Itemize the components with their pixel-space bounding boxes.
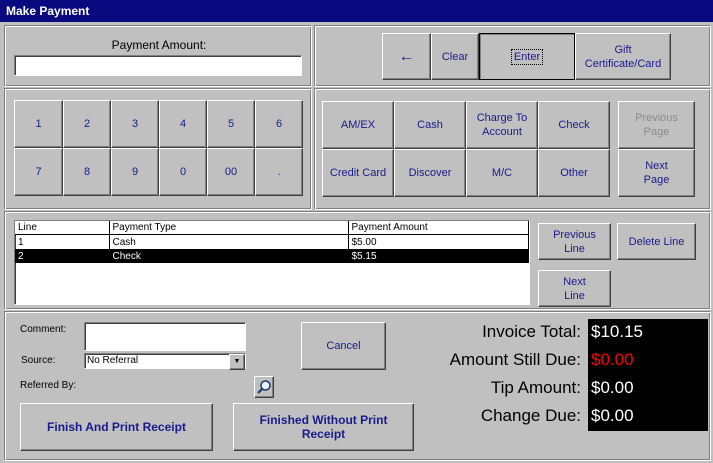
referred-search-button[interactable] <box>254 376 274 398</box>
top-actions-panel: ← Clear Enter Gift Certificate/Card <box>314 25 711 87</box>
keypad-key-7[interactable]: 7 <box>14 148 63 196</box>
source-label: Source: <box>21 355 56 366</box>
discover-button[interactable]: Discover <box>394 149 466 197</box>
change-due-value: $0.00 <box>588 406 708 426</box>
next-line-button[interactable]: Next Line <box>538 270 611 307</box>
arrow-left-icon: ← <box>398 47 415 65</box>
keypad-key-00[interactable]: 00 <box>207 148 255 196</box>
invoice-total-value: $10.15 <box>588 322 708 342</box>
source-selected-value: No Referral <box>87 355 139 366</box>
amount-still-due-value: $0.00 <box>588 350 708 370</box>
keypad-panel: 1 2 3 4 5 6 7 8 9 0 00 . <box>4 88 312 210</box>
cell-line: 1 <box>15 234 110 249</box>
keypad-key-0[interactable]: 0 <box>159 148 207 196</box>
payment-amount-label: Payment Amount: <box>111 38 207 52</box>
tip-amount-label: Tip Amount: <box>490 378 581 397</box>
payment-lines-table[interactable]: Line Payment Type Payment Amount 1 Cash … <box>14 220 530 305</box>
credit-card-button[interactable]: Credit Card <box>322 149 394 197</box>
keypad-key-decimal[interactable]: . <box>255 148 303 196</box>
payment-lines-panel: Line Payment Type Payment Amount 1 Cash … <box>4 211 711 310</box>
keypad-key-3[interactable]: 3 <box>111 100 159 148</box>
invoice-total-label: Invoice Total: <box>482 322 581 341</box>
column-header-payment-type: Payment Type <box>109 221 349 235</box>
cell-payment-type: Cash <box>109 234 349 249</box>
finish-panel: Comment: Source: No Referral ▼ Referred … <box>4 311 711 461</box>
keypad-key-6[interactable]: 6 <box>255 100 303 148</box>
payment-lines-grid: Line Payment Type Payment Amount 1 Cash … <box>15 221 529 263</box>
cash-button[interactable]: Cash <box>394 101 466 149</box>
table-row-selected[interactable]: 2 Check $5.15 <box>15 249 529 263</box>
amex-button[interactable]: AM/EX <box>322 101 394 149</box>
previous-page-button[interactable]: Previous Page <box>618 101 695 149</box>
other-button[interactable]: Other <box>538 149 610 197</box>
check-button[interactable]: Check <box>538 101 610 149</box>
finish-and-print-button[interactable]: Finish And Print Receipt <box>20 403 213 451</box>
delete-line-button[interactable]: Delete Line <box>617 223 696 260</box>
keypad-key-8[interactable]: 8 <box>63 148 111 196</box>
search-icon <box>257 380 271 394</box>
comment-input[interactable] <box>84 322 246 351</box>
cell-payment-amount: $5.15 <box>348 249 529 263</box>
mc-button[interactable]: M/C <box>466 149 538 197</box>
keypad-key-2[interactable]: 2 <box>63 100 111 148</box>
enter-button[interactable]: Enter <box>479 33 575 80</box>
gift-certificate-button[interactable]: Gift Certificate/Card <box>575 33 671 80</box>
table-header-row: Line Payment Type Payment Amount <box>15 221 529 235</box>
payment-types-panel: AM/EX Cash Charge To Account Check Previ… <box>314 88 711 210</box>
charge-to-account-button[interactable]: Charge To Account <box>466 101 538 149</box>
keypad-key-9[interactable]: 9 <box>111 148 159 196</box>
amount-still-due-label: Amount Still Due: <box>449 350 581 369</box>
totals-display: $10.15 $0.00 $0.00 $0.00 <box>588 319 708 431</box>
cell-payment-amount: $5.00 <box>348 234 529 249</box>
keypad-key-1[interactable]: 1 <box>14 100 63 148</box>
cell-payment-type: Check <box>109 249 349 263</box>
tip-amount-value: $0.00 <box>588 378 708 398</box>
payment-amount-panel: Payment Amount: <box>4 25 312 87</box>
window-title: Make Payment <box>0 0 713 22</box>
keypad-key-4[interactable]: 4 <box>159 100 207 148</box>
next-page-button[interactable]: Next Page <box>618 149 695 197</box>
source-select[interactable]: No Referral ▼ <box>84 353 246 370</box>
column-header-line: Line <box>15 221 110 235</box>
comment-label: Comment: <box>20 324 67 335</box>
change-due-label: Change Due: <box>480 406 581 425</box>
previous-line-button[interactable]: Previous Line <box>538 223 611 260</box>
column-header-payment-amount: Payment Amount <box>348 221 529 235</box>
clear-button[interactable]: Clear <box>431 33 479 80</box>
chevron-down-icon[interactable]: ▼ <box>229 354 245 370</box>
cell-line: 2 <box>15 249 110 263</box>
keypad-key-5[interactable]: 5 <box>207 100 255 148</box>
table-row[interactable]: 1 Cash $5.00 <box>15 234 529 249</box>
referred-by-label: Referred By: <box>20 380 77 391</box>
enter-label: Enter <box>510 48 544 65</box>
back-button[interactable]: ← <box>382 33 431 80</box>
cancel-button[interactable]: Cancel <box>301 322 386 370</box>
payment-amount-input[interactable] <box>14 55 302 76</box>
